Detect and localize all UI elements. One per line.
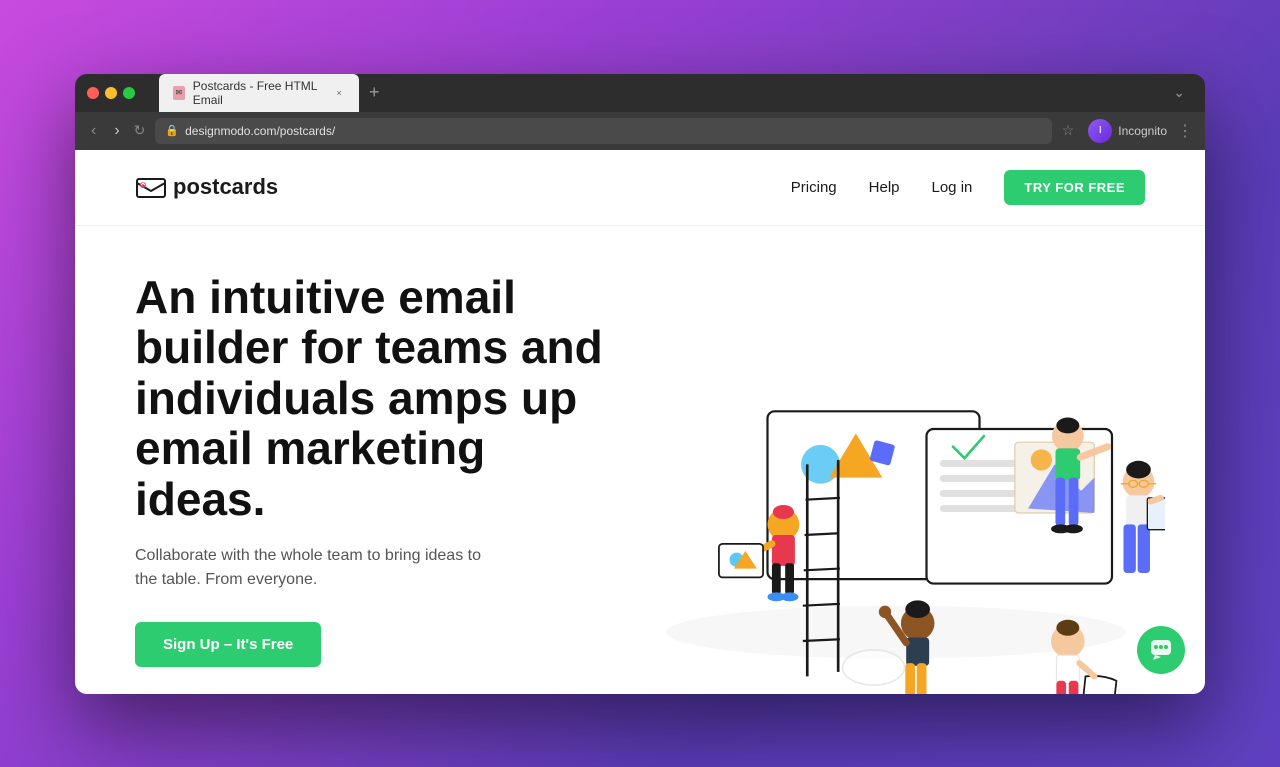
help-link[interactable]: Help bbox=[869, 179, 900, 196]
profile-label: Incognito bbox=[1118, 124, 1167, 138]
addressbar: ‹ › ↻ 🔒 designmodo.com/postcards/ ☆ I In… bbox=[75, 112, 1205, 150]
chat-icon bbox=[1149, 638, 1173, 662]
active-tab[interactable]: ✉ Postcards - Free HTML Email × bbox=[159, 74, 359, 112]
hero-illustration-container bbox=[615, 246, 1145, 694]
tab-close-button[interactable]: × bbox=[333, 86, 345, 100]
traffic-lights bbox=[87, 87, 135, 99]
chat-button[interactable] bbox=[1137, 626, 1185, 674]
back-button[interactable]: ‹ bbox=[87, 120, 100, 142]
close-button[interactable] bbox=[87, 87, 99, 99]
tab-menu-button[interactable]: ⌄ bbox=[1165, 84, 1193, 101]
browser-window: ✉ Postcards - Free HTML Email × + ⌄ ‹ › … bbox=[75, 74, 1205, 694]
nav-links: Pricing Help Log in TRY FOR FREE bbox=[791, 170, 1145, 205]
bookmark-button[interactable]: ☆ bbox=[1062, 122, 1075, 139]
url-text: designmodo.com/postcards/ bbox=[185, 124, 335, 138]
tab-title: Postcards - Free HTML Email bbox=[193, 79, 325, 107]
hero-section: An intuitive email builder for teams and… bbox=[75, 226, 1205, 694]
maximize-button[interactable] bbox=[123, 87, 135, 99]
tab-bar: ✉ Postcards - Free HTML Email × + bbox=[159, 74, 388, 112]
profile-avatar[interactable]: I bbox=[1088, 119, 1112, 143]
logo-icon bbox=[135, 175, 167, 199]
url-bar[interactable]: 🔒 designmodo.com/postcards/ bbox=[155, 118, 1051, 144]
minimize-button[interactable] bbox=[105, 87, 117, 99]
titlebar: ✉ Postcards - Free HTML Email × + ⌄ bbox=[75, 74, 1205, 112]
refresh-button[interactable]: ↻ bbox=[134, 122, 146, 139]
hero-subtitle: Collaborate with the whole team to bring… bbox=[135, 544, 495, 592]
login-link[interactable]: Log in bbox=[932, 179, 973, 196]
pricing-link[interactable]: Pricing bbox=[791, 179, 837, 196]
profile-area: I Incognito bbox=[1088, 119, 1167, 143]
lock-icon: 🔒 bbox=[165, 124, 179, 137]
logo[interactable]: postcards bbox=[135, 174, 278, 200]
hero-title: An intuitive email builder for teams and… bbox=[135, 272, 615, 525]
site-nav: postcards Pricing Help Log in TRY FOR FR… bbox=[75, 150, 1205, 226]
forward-button[interactable]: › bbox=[110, 120, 123, 142]
new-tab-button[interactable]: + bbox=[361, 82, 388, 103]
hero-left: An intuitive email builder for teams and… bbox=[135, 272, 615, 668]
hero-illustration bbox=[635, 246, 1165, 694]
more-button[interactable]: ⋮ bbox=[1177, 121, 1193, 141]
hero-cta-button[interactable]: Sign Up – It's Free bbox=[135, 622, 321, 667]
website-content: postcards Pricing Help Log in TRY FOR FR… bbox=[75, 150, 1205, 694]
try-free-button[interactable]: TRY FOR FREE bbox=[1004, 170, 1145, 205]
logo-text: postcards bbox=[173, 174, 278, 200]
tab-favicon: ✉ bbox=[173, 86, 185, 100]
